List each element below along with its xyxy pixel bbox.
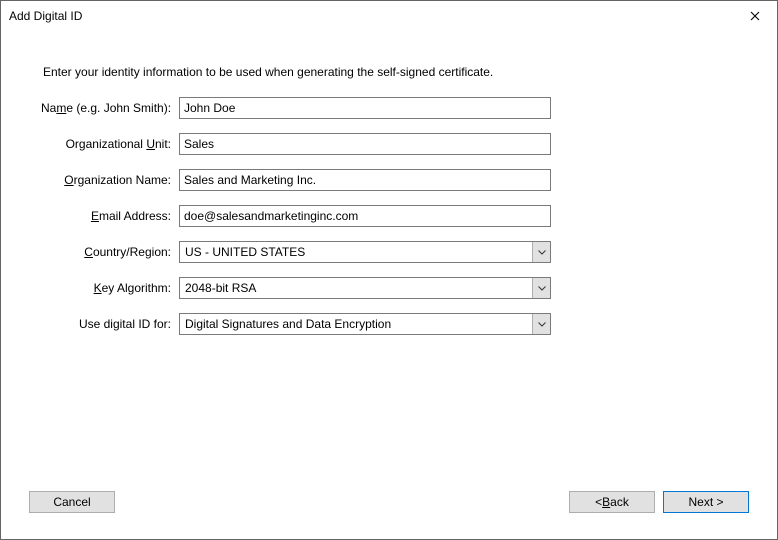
label-org-name: Organization Name: — [41, 173, 179, 187]
use-for-select[interactable]: Digital Signatures and Data Encryption — [179, 313, 551, 335]
intro-text: Enter your identity information to be us… — [43, 65, 737, 79]
next-button[interactable]: Next > — [663, 491, 749, 513]
org-name-input[interactable] — [179, 169, 551, 191]
row-name: Name (e.g. John Smith): — [41, 97, 737, 119]
titlebar: Add Digital ID — [1, 1, 777, 31]
row-country: Country/Region: US - UNITED STATES — [41, 241, 737, 263]
label-name: Name (e.g. John Smith): — [41, 101, 179, 115]
dialog-add-digital-id: Add Digital ID Enter your identity infor… — [0, 0, 778, 540]
row-org-unit: Organizational Unit: — [41, 133, 737, 155]
row-key-algorithm: Key Algorithm: 2048-bit RSA — [41, 277, 737, 299]
chevron-down-icon — [532, 314, 550, 334]
row-org-name: Organization Name: — [41, 169, 737, 191]
name-input[interactable] — [179, 97, 551, 119]
label-key-algorithm: Key Algorithm: — [41, 281, 179, 295]
email-input[interactable] — [179, 205, 551, 227]
back-button[interactable]: < Back — [569, 491, 655, 513]
close-button[interactable] — [732, 1, 777, 31]
label-org-unit: Organizational Unit: — [41, 137, 179, 151]
cancel-button[interactable]: Cancel — [29, 491, 115, 513]
key-algorithm-select-value: 2048-bit RSA — [180, 278, 532, 298]
country-select[interactable]: US - UNITED STATES — [179, 241, 551, 263]
dialog-content: Enter your identity information to be us… — [1, 31, 777, 483]
label-country: Country/Region: — [41, 245, 179, 259]
dialog-footer: Cancel < Back Next > — [1, 483, 777, 539]
chevron-down-icon — [532, 278, 550, 298]
chevron-down-icon — [532, 242, 550, 262]
country-select-value: US - UNITED STATES — [180, 242, 532, 262]
key-algorithm-select[interactable]: 2048-bit RSA — [179, 277, 551, 299]
close-icon — [750, 9, 760, 24]
label-email: Email Address: — [41, 209, 179, 223]
org-unit-input[interactable] — [179, 133, 551, 155]
window-title: Add Digital ID — [9, 9, 732, 23]
row-use-for: Use digital ID for: Digital Signatures a… — [41, 313, 737, 335]
label-use-for: Use digital ID for: — [41, 317, 179, 331]
use-for-select-value: Digital Signatures and Data Encryption — [180, 314, 532, 334]
row-email: Email Address: — [41, 205, 737, 227]
